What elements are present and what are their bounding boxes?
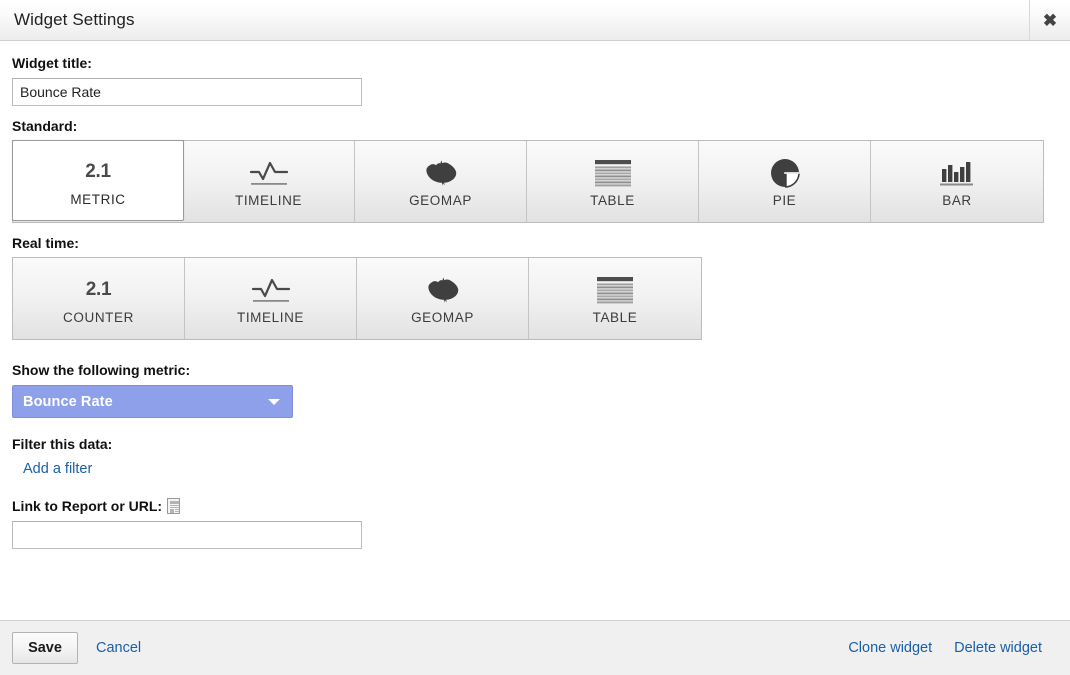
metric-label: Show the following metric: <box>12 362 191 378</box>
tile-label: GEOMAP <box>409 193 472 208</box>
widget-title-input[interactable] <box>12 78 362 106</box>
tile-label: COUNTER <box>63 310 134 325</box>
standard-tile-bar[interactable]: BAR <box>871 141 1043 222</box>
chevron-down-icon <box>268 398 280 405</box>
tile-label: GEOMAP <box>411 310 474 325</box>
realtime-tile-timeline[interactable]: TIMELINE <box>185 258 357 339</box>
realtime-tile-table[interactable]: TABLE <box>529 258 701 339</box>
save-button[interactable]: Save <box>12 632 78 664</box>
clone-widget-link[interactable]: Clone widget <box>848 640 932 656</box>
standard-label: Standard: <box>12 118 78 134</box>
dialog-title: Widget Settings <box>14 10 135 29</box>
report-thumbnail-icon[interactable] <box>167 498 181 514</box>
timeline-icon <box>249 161 288 185</box>
counter-number-icon: 2.1 <box>85 279 112 300</box>
tile-label: TIMELINE <box>236 310 305 325</box>
standard-tile-geomap[interactable]: GEOMAP <box>355 141 527 222</box>
widget-settings-dialog: Widget Settings ✖ Widget title: Standard… <box>0 0 1070 675</box>
link-to-report-label: Link to Report or URL: <box>12 498 163 514</box>
tile-icon-wrap <box>593 272 637 308</box>
tile-label: METRIC <box>70 192 126 207</box>
realtime-label: Real time: <box>12 235 79 251</box>
dialog-titlebar: Widget Settings ✖ <box>0 0 1070 41</box>
dialog-footer: Save Cancel Clone widget Delete widget <box>0 620 1070 675</box>
tile-icon-wrap <box>937 155 977 191</box>
close-button[interactable]: ✖ <box>1029 0 1070 40</box>
close-icon: ✖ <box>1042 10 1058 30</box>
dialog-body: Widget title: Standard: 2.1 METRIC TIMELIN… <box>0 41 1070 620</box>
timeline-icon <box>251 278 290 302</box>
geomap-icon <box>427 277 458 303</box>
tile-label: PIE <box>772 193 797 208</box>
metric-dropdown[interactable]: Bounce Rate <box>12 385 293 418</box>
tile-icon-wrap <box>248 155 290 191</box>
standard-tile-pie[interactable]: PIE <box>699 141 871 222</box>
tile-icon-wrap <box>250 272 292 308</box>
standard-tile-metric[interactable]: 2.1 METRIC <box>12 140 184 221</box>
tile-label: BAR <box>942 193 972 208</box>
add-a-filter-link[interactable]: Add a filter <box>23 461 92 477</box>
standard-widget-type-row: 2.1 METRIC TIMELINE GEOMAP TABLE PIE BAR <box>12 140 1044 223</box>
standard-tile-table[interactable]: TABLE <box>527 141 699 222</box>
tile-icon-wrap: 2.1 <box>85 154 111 190</box>
tile-icon-wrap <box>591 155 635 191</box>
tile-label: TIMELINE <box>234 193 303 208</box>
realtime-widget-type-row: 2.1 COUNTER TIMELINE GEOMAP TABLE <box>12 257 702 340</box>
table-icon <box>594 160 631 187</box>
metric-dropdown-value: Bounce Rate <box>23 393 113 410</box>
filter-label: Filter this data: <box>12 436 113 452</box>
geomap-icon <box>425 160 456 186</box>
realtime-tile-counter[interactable]: 2.1 COUNTER <box>13 258 185 339</box>
footer-actions: Clone widget Delete widget <box>848 640 1058 656</box>
tile-icon-wrap <box>419 155 463 191</box>
realtime-tile-geomap[interactable]: GEOMAP <box>357 258 529 339</box>
tile-icon-wrap <box>421 272 465 308</box>
widget-title-label: Widget title: <box>12 55 92 71</box>
delete-widget-link[interactable]: Delete widget <box>954 640 1042 656</box>
bar-chart-icon <box>940 162 973 186</box>
metric-number-icon: 2.1 <box>85 161 111 182</box>
table-icon <box>597 277 633 304</box>
link-to-report-input[interactable] <box>12 521 362 549</box>
tile-icon-wrap <box>768 155 802 191</box>
tile-label: TABLE <box>590 193 635 208</box>
cancel-link[interactable]: Cancel <box>96 640 141 656</box>
standard-tile-timeline[interactable]: TIMELINE <box>183 141 355 222</box>
tile-icon-wrap: 2.1 <box>86 272 112 308</box>
tile-label: TABLE <box>592 310 638 325</box>
pie-chart-icon <box>770 159 800 188</box>
